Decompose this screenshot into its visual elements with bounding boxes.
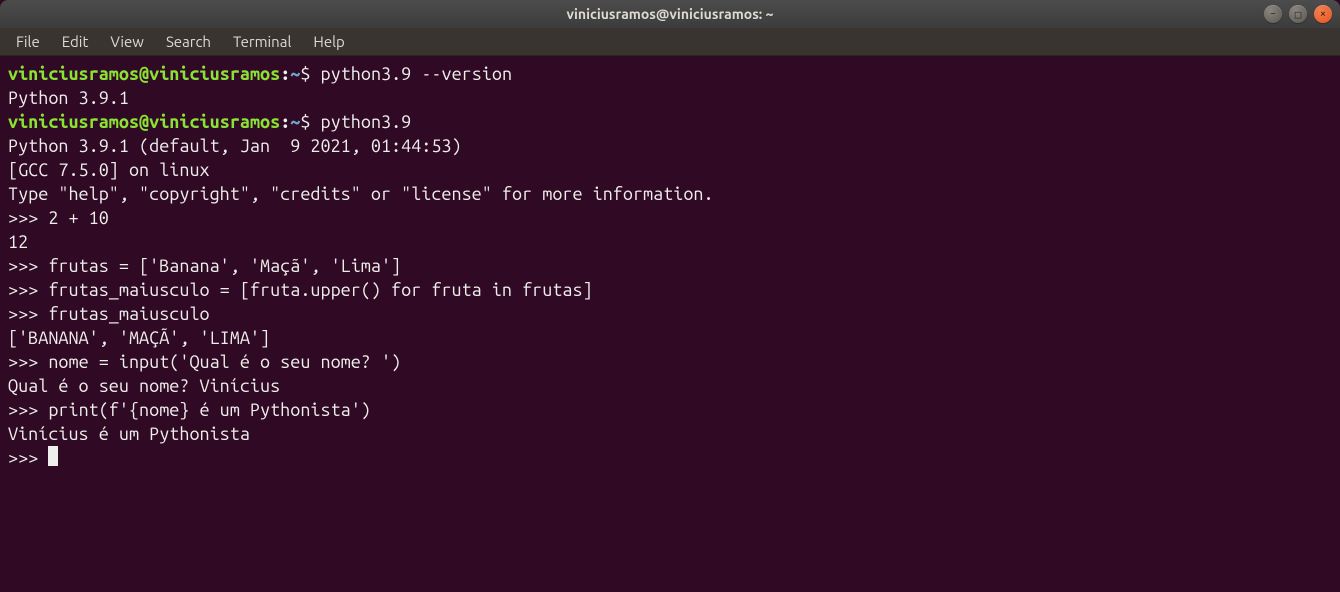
repl-line-5: >>> nome = input('Qual é o seu nome? ')	[8, 350, 1332, 374]
repl-result-6: Vinícius é um Pythonista	[8, 422, 1332, 446]
prompt-line-1: viniciusramos@viniciusramos:~$ python3.9…	[8, 62, 1332, 86]
minimize-icon: –	[1270, 8, 1276, 20]
ps1-dollar: $	[300, 64, 320, 84]
ps1-host: viniciusramos	[149, 112, 280, 132]
window-title: viniciusramos@viniciusramos: ~	[567, 6, 774, 22]
ps1-user: viniciusramos	[8, 112, 139, 132]
menu-view[interactable]: View	[100, 30, 154, 53]
ps1-path: ~	[290, 112, 300, 132]
command-2: python3.9	[321, 112, 412, 132]
menubar: File Edit View Search Terminal Help	[0, 28, 1340, 56]
repl-input-2: frutas = ['Banana', 'Maçã', 'Lima']	[48, 256, 401, 276]
repl-input-5: nome = input('Qual é o seu nome? ')	[48, 352, 401, 372]
window-controls: – □ ×	[1264, 5, 1332, 23]
repl-line-cursor: >>>	[8, 446, 1332, 470]
ps1-host: viniciusramos	[149, 64, 280, 84]
repl-line-3: >>> frutas_maiusculo = [fruta.upper() fo…	[8, 278, 1332, 302]
repl-input-3: frutas_maiusculo = [fruta.upper() for fr…	[48, 280, 592, 300]
ps1-user: viniciusramos	[8, 64, 139, 84]
close-icon: ×	[1320, 8, 1326, 20]
terminal-viewport[interactable]: viniciusramos@viniciusramos:~$ python3.9…	[0, 56, 1340, 592]
menu-terminal[interactable]: Terminal	[223, 30, 301, 53]
menu-search[interactable]: Search	[156, 30, 221, 53]
titlebar: viniciusramos@viniciusramos: ~ – □ ×	[0, 0, 1340, 28]
repl-input-1: 2 + 10	[48, 208, 108, 228]
repl-prompt: >>>	[8, 208, 48, 228]
ps1-at: @	[139, 64, 149, 84]
menu-help[interactable]: Help	[303, 30, 354, 53]
menu-file[interactable]: File	[6, 30, 50, 53]
input-prompt-response: Qual é o seu nome? Vinícius	[8, 374, 1332, 398]
repl-line-2: >>> frutas = ['Banana', 'Maçã', 'Lima']	[8, 254, 1332, 278]
python-header-1: Python 3.9.1 (default, Jan 9 2021, 01:44…	[8, 134, 1332, 158]
python-header-2: [GCC 7.5.0] on linux	[8, 158, 1332, 182]
repl-line-6: >>> print(f'{nome} é um Pythonista')	[8, 398, 1332, 422]
repl-prompt: >>>	[8, 280, 48, 300]
repl-result-1: 12	[8, 230, 1332, 254]
repl-prompt: >>>	[8, 304, 48, 324]
repl-input-4: frutas_maiusculo	[48, 304, 209, 324]
ps1-dollar: $	[300, 112, 320, 132]
prompt-line-2: viniciusramos@viniciusramos:~$ python3.9	[8, 110, 1332, 134]
ps1-path: ~	[290, 64, 300, 84]
repl-prompt: >>>	[8, 448, 48, 468]
python-header-3: Type "help", "copyright", "credits" or "…	[8, 182, 1332, 206]
repl-result-4: ['BANANA', 'MAÇÃ', 'LIMA']	[8, 326, 1332, 350]
ps1-at: @	[139, 112, 149, 132]
output-1: Python 3.9.1	[8, 86, 1332, 110]
cursor-icon	[48, 446, 58, 466]
repl-line-1: >>> 2 + 10	[8, 206, 1332, 230]
minimize-button[interactable]: –	[1264, 5, 1282, 23]
close-button[interactable]: ×	[1314, 5, 1332, 23]
repl-input-6: print(f'{nome} é um Pythonista')	[48, 400, 371, 420]
repl-prompt: >>>	[8, 352, 48, 372]
ps1-colon: :	[280, 112, 290, 132]
repl-prompt: >>>	[8, 256, 48, 276]
repl-prompt: >>>	[8, 400, 48, 420]
command-1: python3.9 --version	[321, 64, 513, 84]
repl-line-4: >>> frutas_maiusculo	[8, 302, 1332, 326]
ps1-colon: :	[280, 64, 290, 84]
menu-edit[interactable]: Edit	[52, 30, 99, 53]
maximize-icon: □	[1295, 8, 1302, 21]
maximize-button[interactable]: □	[1289, 5, 1307, 23]
